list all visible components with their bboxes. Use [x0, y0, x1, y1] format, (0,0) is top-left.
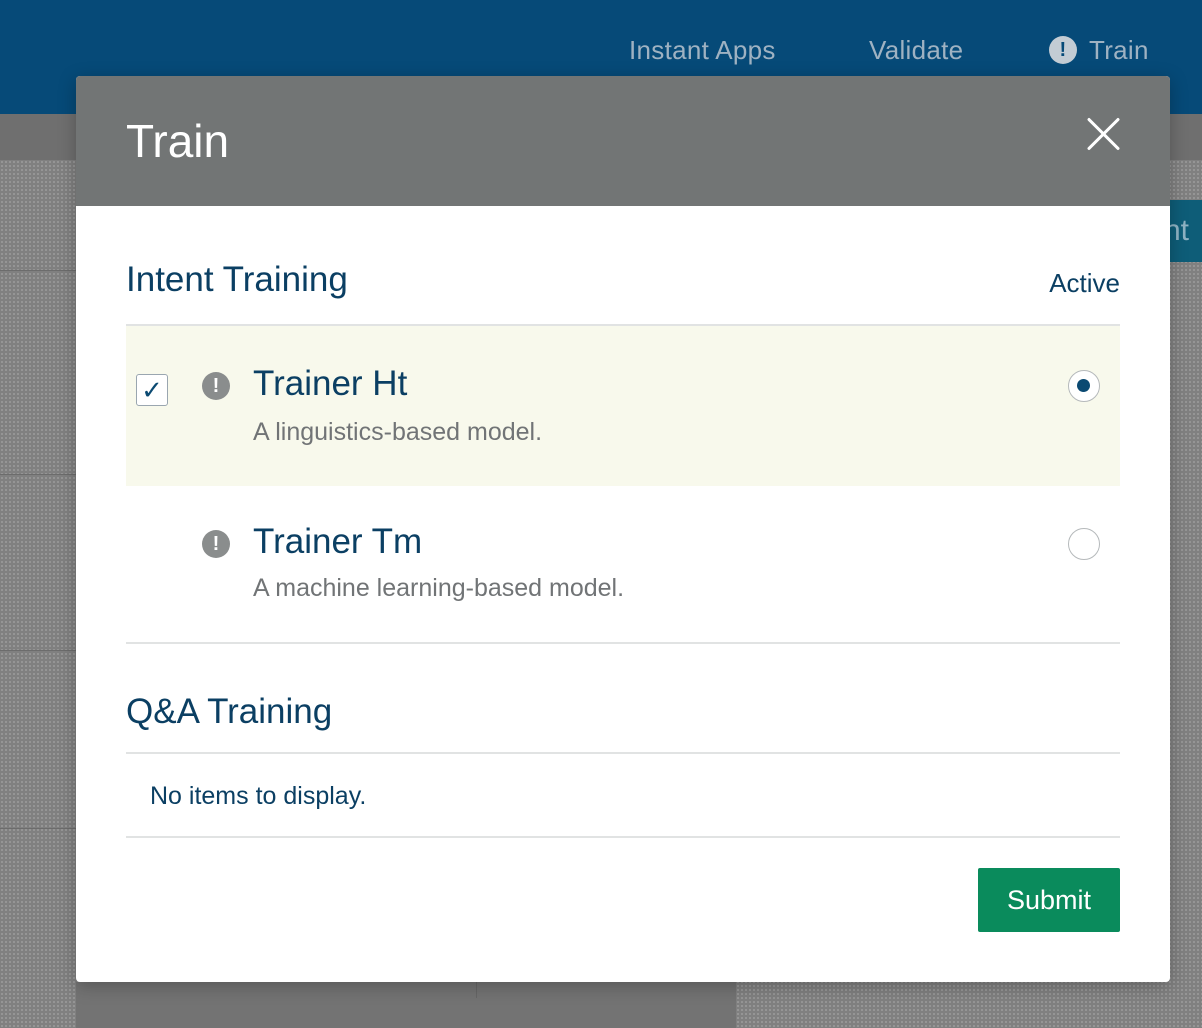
nav-validate-label: Validate	[869, 34, 964, 65]
alert-icon: !	[202, 372, 230, 400]
background-divider	[0, 650, 76, 651]
nav-item-validate[interactable]: Validate	[869, 30, 963, 70]
trainer-name: Trainer Tm	[253, 522, 423, 561]
nav-item-train[interactable]: ! Train	[1049, 30, 1149, 70]
background-partial-button-label: nt	[1168, 214, 1190, 247]
trainer-row-ht[interactable]: ✓ ! Trainer Ht A linguistics-based model…	[126, 326, 1120, 486]
nav-instant-apps-label: Instant Apps	[629, 34, 776, 65]
background-divider	[0, 828, 76, 829]
trainer-row-tm[interactable]: ! Trainer Tm A machine learning-based mo…	[126, 486, 1120, 642]
nav-train-label: Train	[1089, 34, 1149, 65]
trainer-ht-active-radio[interactable]	[1068, 370, 1100, 402]
trainer-description: A machine learning-based model.	[253, 574, 625, 602]
background-bottom-strip	[76, 982, 736, 1028]
close-icon[interactable]	[1082, 112, 1126, 156]
trainer-name: Trainer Ht	[253, 364, 408, 403]
background-partial-button: nt	[1168, 200, 1202, 262]
background-divider	[0, 474, 76, 475]
active-column-label: Active	[1049, 268, 1120, 298]
trainer-tm-active-radio[interactable]	[1068, 528, 1100, 560]
alert-icon: !	[1049, 36, 1077, 64]
alert-icon: !	[202, 530, 230, 558]
checkmark-icon: ✓	[141, 374, 163, 405]
nav-item-instant-apps[interactable]: Instant Apps	[629, 30, 776, 70]
submit-button[interactable]: Submit	[978, 868, 1120, 932]
trainer-ht-checkbox[interactable]: ✓	[136, 374, 168, 406]
train-dialog: Train Intent Training Active ✓ ! Trainer…	[76, 76, 1170, 982]
empty-state-message: No items to display.	[150, 782, 367, 810]
section-divider	[126, 752, 1120, 754]
intent-training-heading: Intent Training	[126, 260, 348, 299]
trainer-description: A linguistics-based model.	[253, 418, 543, 446]
section-divider	[126, 836, 1120, 838]
dialog-title: Train	[126, 115, 230, 167]
background-divider	[0, 270, 76, 271]
section-divider	[126, 642, 1120, 644]
dialog-header: Train	[76, 76, 1170, 206]
qa-training-heading: Q&A Training	[126, 692, 333, 731]
